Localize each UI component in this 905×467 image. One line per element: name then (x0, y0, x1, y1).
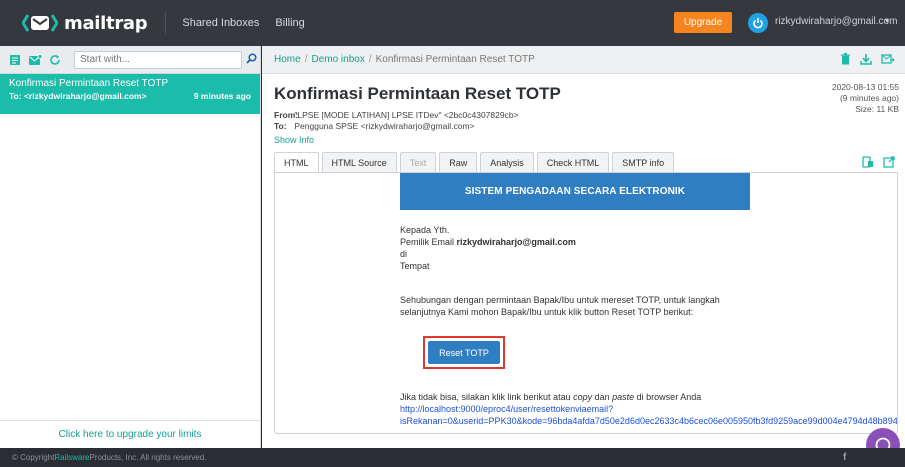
breadcrumb-home[interactable]: Home (274, 54, 301, 65)
inbox-sidebar: Konfirmasi Permintaan Reset TOTP To: <ri… (0, 46, 261, 448)
fallback-paste: paste (612, 392, 635, 402)
message-info: 2020-08-13 01:55 (9 minutes ago) Size: 1… (832, 82, 899, 115)
nav-billing[interactable]: Billing (275, 17, 304, 29)
view-tabs: HTML HTML Source Text Raw Analysis Check… (274, 152, 677, 172)
fallback-copy: copy (573, 392, 593, 402)
breadcrumb-current: Konfirmasi Permintaan Reset TOTP (375, 54, 535, 65)
message-list-item[interactable]: Konfirmasi Permintaan Reset TOTP To: <ri… (0, 74, 260, 114)
breadcrumb-inbox[interactable]: Demo inbox (311, 54, 364, 65)
tab-html[interactable]: HTML (274, 152, 319, 172)
tab-html-source[interactable]: HTML Source (321, 152, 397, 172)
breadcrumb-separator: / (304, 54, 308, 65)
email-fallback: Jika tidak bisa, silakan klik link berik… (400, 391, 897, 427)
tempat-line: Tempat (400, 261, 430, 271)
message-time: 9 minutes ago (193, 91, 251, 101)
upgrade-button[interactable]: Upgrade (674, 12, 732, 33)
tab-check-html[interactable]: Check HTML (536, 152, 610, 172)
brand-name: mailtrap (64, 12, 148, 34)
tab-text: Text (399, 152, 437, 172)
to-value: Pengguna SPSE <rizkydwiraharjo@gmail.com… (294, 121, 475, 131)
open-external-icon[interactable] (883, 156, 895, 171)
nav-divider (165, 12, 167, 34)
di-line: di (400, 249, 408, 259)
trash-icon[interactable] (840, 53, 851, 68)
mark-read-icon[interactable] (28, 53, 42, 67)
message-panel: Home / Demo inbox / Konfirmasi Permintaa… (262, 46, 905, 448)
message-subject-title: Konfirmasi Permintaan Reset TOTP (274, 84, 561, 103)
chevron-down-icon[interactable]: ▾ (885, 16, 889, 25)
copyright-suffix: Products, Inc. All rights reserved. (89, 453, 207, 462)
mobile-view-icon[interactable] (862, 156, 874, 171)
breadcrumb: Home / Demo inbox / Konfirmasi Permintaa… (262, 46, 905, 74)
message-date: 2020-08-13 01:55 (831, 82, 899, 92)
reset-link-line-1[interactable]: http://localhost:9000/eproc4/user/resett… (400, 403, 897, 415)
message-meta: To: <rizkydwiraharjo@gmail.com> 9 minute… (9, 91, 251, 101)
footer: © Copyright Railsware Products, Inc. All… (0, 448, 905, 467)
copyright-prefix: © Copyright (12, 453, 55, 462)
reset-totp-button[interactable]: Reset TOTP (428, 341, 500, 364)
paragraph-line-2: selanjutnya Kami mohon Bapak/Ibu untuk k… (400, 307, 694, 317)
nav-shared-inboxes[interactable]: Shared Inboxes (182, 17, 259, 29)
greeting-line: Kepada Yth. (400, 225, 450, 235)
reset-link-line-2[interactable]: isRekanan=0&userid=PPK30&kode=96bda4afda… (400, 415, 897, 427)
show-info-link[interactable]: Show Info (274, 135, 314, 145)
search-icon[interactable] (246, 52, 257, 67)
breadcrumb-separator: / (368, 54, 372, 65)
message-size: Size: 11 KB (855, 104, 899, 114)
facebook-icon[interactable]: f (843, 452, 846, 463)
upgrade-limits-link[interactable]: Click here to upgrade your limits (0, 420, 260, 448)
owner-line: Pemilik Email rizkydwiraharjo@gmail.com (400, 236, 576, 248)
power-icon[interactable] (748, 13, 768, 33)
to-label: To: (274, 121, 287, 131)
mailtrap-logo[interactable]: mailtrap (21, 12, 148, 34)
fallback-text-c: di browser Anda (634, 392, 702, 402)
user-email[interactable]: rizkydwiraharjo@gmail.com (775, 16, 897, 27)
forward-icon[interactable] (881, 53, 895, 68)
email-banner: SISTEM PENGADAAN SECARA ELEKTRONIK (400, 173, 750, 210)
email-preview-frame: SISTEM PENGADAAN SECARA ELEKTRONIK Kepad… (274, 172, 898, 434)
clear-inbox-icon[interactable] (8, 53, 22, 67)
refresh-icon[interactable] (48, 53, 62, 67)
sidebar-toolbar (0, 46, 260, 74)
tab-raw[interactable]: Raw (439, 152, 478, 172)
search-input[interactable] (74, 50, 242, 69)
message-age: (9 minutes ago) (839, 93, 899, 103)
owner-prefix: Pemilik Email (400, 237, 457, 247)
owner-email: rizkydwiraharjo@gmail.com (456, 237, 576, 247)
message-subject: Konfirmasi Permintaan Reset TOTP (9, 78, 169, 89)
top-navbar: mailtrap Shared Inboxes Billing Upgrade … (0, 0, 905, 46)
paragraph-line-1: Sehubungan dengan permintaan Bapak/Ibu u… (400, 295, 720, 305)
reset-button-highlight: Reset TOTP (423, 336, 505, 369)
fallback-line: Jika tidak bisa, silakan klik link berik… (400, 391, 897, 403)
preview-actions (862, 156, 895, 171)
email-paragraph: Sehubungan dengan permintaan Bapak/Ibu u… (400, 294, 720, 318)
railsware-link[interactable]: Railsware (54, 453, 89, 462)
fallback-text-a: Jika tidak bisa, silakan klik link berik… (400, 392, 574, 402)
tab-smtp-info[interactable]: SMTP info (612, 152, 675, 172)
download-icon[interactable] (860, 53, 872, 68)
message-actions (840, 53, 895, 68)
message-recipient: To: <rizkydwiraharjo@gmail.com> (9, 91, 147, 101)
tab-analysis[interactable]: Analysis (480, 152, 534, 172)
envelope-logo-icon (21, 13, 59, 33)
message-headers: From: "LPSE [MODE LATIHAN] LPSE ITDev" <… (274, 110, 519, 132)
fallback-text-b: dan (592, 392, 613, 402)
from-label: From: (274, 110, 299, 120)
email-greeting: Kepada Yth. Pemilik Email rizkydwiraharj… (400, 224, 576, 272)
from-value: "LPSE [MODE LATIHAN] LPSE ITDev" <2bc0c4… (294, 110, 519, 120)
